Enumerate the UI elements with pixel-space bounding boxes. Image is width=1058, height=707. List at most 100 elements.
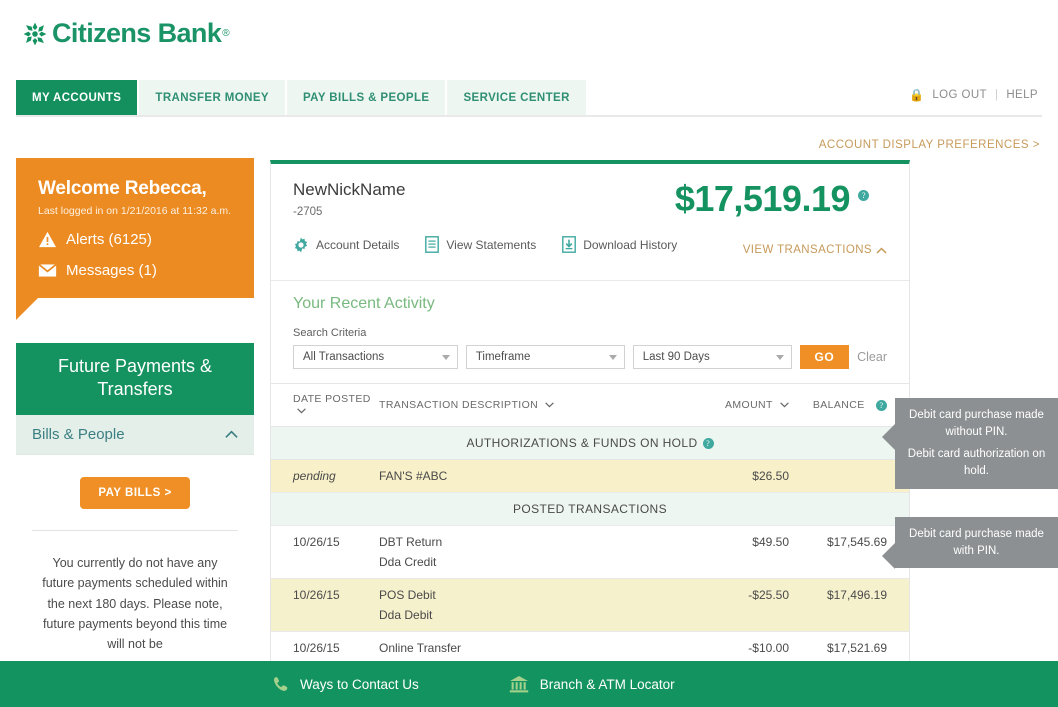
column-balance-label: BALANCE bbox=[813, 399, 865, 411]
pay-bills-button[interactable]: PAY BILLS > bbox=[80, 477, 189, 509]
row-amount: $26.50 bbox=[659, 460, 789, 493]
column-date-posted[interactable]: DATE POSTED bbox=[271, 384, 379, 427]
balance-help-icon[interactable]: ? bbox=[858, 190, 869, 201]
download-icon bbox=[562, 236, 576, 253]
envelope-icon bbox=[38, 262, 57, 279]
alerts-row[interactable]: Alerts (6125) bbox=[38, 231, 232, 248]
row-description-primary: POS Debit bbox=[379, 588, 659, 602]
row-description-secondary: Dda Debit bbox=[379, 608, 659, 622]
messages-row[interactable]: Messages (1) bbox=[38, 262, 232, 279]
view-statements-link[interactable]: View Statements bbox=[425, 236, 536, 253]
transaction-type-value: All Transactions bbox=[303, 351, 384, 363]
branch-atm-locator-link[interactable]: Branch & ATM Locator bbox=[509, 675, 675, 693]
callout-without-pin-line1: Debit card purchase made without PIN. bbox=[905, 407, 1048, 440]
table-row[interactable]: 10/26/15 POS Debit Dda Debit -$25.50 $17… bbox=[271, 579, 909, 632]
search-criteria-label: Search Criteria bbox=[271, 313, 909, 339]
transaction-type-select[interactable]: All Transactions bbox=[293, 345, 458, 369]
table-row[interactable]: 10/26/15 Online Transfer Dda Debit -$10.… bbox=[271, 632, 909, 666]
phone-icon bbox=[272, 676, 289, 693]
logout-link[interactable]: LOG OUT bbox=[932, 89, 987, 101]
ways-to-contact-us-link[interactable]: Ways to Contact Us bbox=[272, 676, 419, 693]
table-row[interactable]: 10/26/15 DBT Return Dda Credit $49.50 $1… bbox=[271, 526, 909, 579]
view-transactions-toggle[interactable]: VIEW TRANSACTIONS bbox=[743, 244, 887, 256]
timeframe-value: Timeframe bbox=[476, 351, 531, 363]
column-amount-label: AMOUNT bbox=[725, 399, 773, 411]
messages-label: Messages (1) bbox=[66, 262, 157, 279]
document-icon bbox=[425, 236, 439, 253]
download-history-link[interactable]: Download History bbox=[562, 236, 677, 253]
account-details-label: Account Details bbox=[316, 238, 399, 252]
accordion-label: Bills & People bbox=[32, 426, 125, 443]
help-link[interactable]: HELP bbox=[1006, 89, 1038, 101]
column-transaction-description[interactable]: TRANSACTION DESCRIPTION bbox=[379, 384, 659, 427]
table-row[interactable]: pending FAN'S #ABC $26.50 bbox=[271, 460, 909, 493]
chevron-down-icon bbox=[442, 355, 450, 360]
account-header: NewNickName -2705 $17,519.19? Account De… bbox=[271, 164, 909, 280]
posted-band-label: POSTED TRANSACTIONS bbox=[271, 493, 909, 526]
column-description-label: TRANSACTION DESCRIPTION bbox=[379, 399, 538, 411]
chevron-up-icon bbox=[225, 430, 238, 439]
callout-without-pin: Debit card purchase made without PIN. De… bbox=[895, 398, 1058, 489]
row-date: 10/26/15 bbox=[271, 526, 379, 579]
band-row-authorizations: AUTHORIZATIONS & FUNDS ON HOLD? bbox=[271, 427, 909, 460]
account-panel: NewNickName -2705 $17,519.19? Account De… bbox=[270, 160, 910, 665]
alerts-label: Alerts (6125) bbox=[66, 231, 152, 248]
welcome-greeting: Welcome Rebecca, bbox=[38, 178, 232, 200]
timeframe-select[interactable]: Timeframe bbox=[466, 345, 625, 369]
date-range-value: Last 90 Days bbox=[643, 351, 710, 363]
account-details-link[interactable]: Account Details bbox=[293, 237, 399, 253]
future-payments-title: Future Payments & Transfers bbox=[16, 343, 254, 415]
warning-triangle-icon bbox=[38, 231, 57, 248]
row-description-secondary: Dda Credit bbox=[379, 555, 659, 569]
go-button[interactable]: GO bbox=[800, 345, 850, 369]
tab-pay-bills-people[interactable]: PAY BILLS & PEOPLE bbox=[287, 80, 446, 115]
transactions-table: DATE POSTED TRANSACTION DESCRIPTION AMOU… bbox=[271, 383, 909, 665]
column-amount[interactable]: AMOUNT bbox=[659, 384, 789, 427]
utility-links: 🔒 LOG OUT | HELP bbox=[909, 88, 1038, 102]
no-future-payments-note: You currently do not have any future pay… bbox=[16, 531, 254, 654]
download-history-label: Download History bbox=[583, 238, 677, 252]
authorizations-band-label: AUTHORIZATIONS & FUNDS ON HOLD bbox=[466, 436, 697, 450]
callout-with-pin-line1: Debit card purchase made with PIN. bbox=[905, 526, 1048, 559]
clear-link[interactable]: Clear bbox=[857, 350, 887, 364]
row-amount: $49.50 bbox=[659, 526, 789, 579]
row-description: Online Transfer Dda Debit bbox=[379, 632, 659, 666]
chevron-up-icon bbox=[876, 247, 887, 254]
tab-transfer-money[interactable]: TRANSFER MONEY bbox=[139, 80, 285, 115]
tab-service-center[interactable]: SERVICE CENTER bbox=[447, 80, 585, 115]
band-row-posted: POSTED TRANSACTIONS bbox=[271, 493, 909, 526]
row-date: pending bbox=[271, 460, 379, 493]
callout-without-pin-line2: Debit card authorization on hold. bbox=[905, 446, 1048, 479]
row-balance: $17,521.69 bbox=[789, 632, 909, 666]
row-description: FAN'S #ABC bbox=[379, 460, 659, 493]
future-payments-card: Future Payments & Transfers Bills & Peop… bbox=[16, 343, 254, 654]
brand-logo[interactable]: Citizens Bank ® bbox=[22, 18, 230, 49]
lock-icon: 🔒 bbox=[909, 88, 924, 102]
accordion-bills-and-people[interactable]: Bills & People bbox=[16, 415, 254, 455]
account-display-preferences-link[interactable]: ACCOUNT DISPLAY PREFERENCES > bbox=[819, 139, 1040, 151]
last-login-text: Last logged in on 1/21/2016 at 11:32 a.m… bbox=[38, 205, 232, 217]
brand-name: Citizens Bank bbox=[52, 18, 221, 49]
main-navigation: MY ACCOUNTS TRANSFER MONEY PAY BILLS & P… bbox=[16, 80, 588, 115]
recent-activity-title: Your Recent Activity bbox=[271, 281, 909, 313]
branch-atm-locator-label: Branch & ATM Locator bbox=[540, 677, 675, 692]
chevron-down-icon bbox=[297, 408, 306, 414]
future-payments-body: PAY BILLS > You currently do not have an… bbox=[16, 455, 254, 654]
table-header-row: DATE POSTED TRANSACTION DESCRIPTION AMOU… bbox=[271, 384, 909, 427]
account-balance-wrapper: $17,519.19? bbox=[675, 178, 869, 220]
welcome-panel: Welcome Rebecca, Last logged in on 1/21/… bbox=[16, 158, 254, 298]
row-description: POS Debit Dda Debit bbox=[379, 579, 659, 632]
bank-building-icon bbox=[509, 675, 529, 693]
date-range-select[interactable]: Last 90 Days bbox=[633, 345, 792, 369]
column-date-label: DATE POSTED bbox=[293, 393, 371, 405]
row-balance bbox=[789, 460, 909, 493]
chevron-down-icon bbox=[780, 402, 789, 408]
view-statements-label: View Statements bbox=[446, 238, 536, 252]
balance-column-help-icon[interactable]: ? bbox=[876, 400, 887, 411]
column-balance[interactable]: BALANCE ? bbox=[789, 384, 909, 427]
authorizations-help-icon[interactable]: ? bbox=[703, 438, 714, 449]
tab-my-accounts[interactable]: MY ACCOUNTS bbox=[16, 80, 137, 115]
chevron-down-icon bbox=[609, 355, 617, 360]
row-balance: $17,496.19 bbox=[789, 579, 909, 632]
row-amount: -$10.00 bbox=[659, 632, 789, 666]
